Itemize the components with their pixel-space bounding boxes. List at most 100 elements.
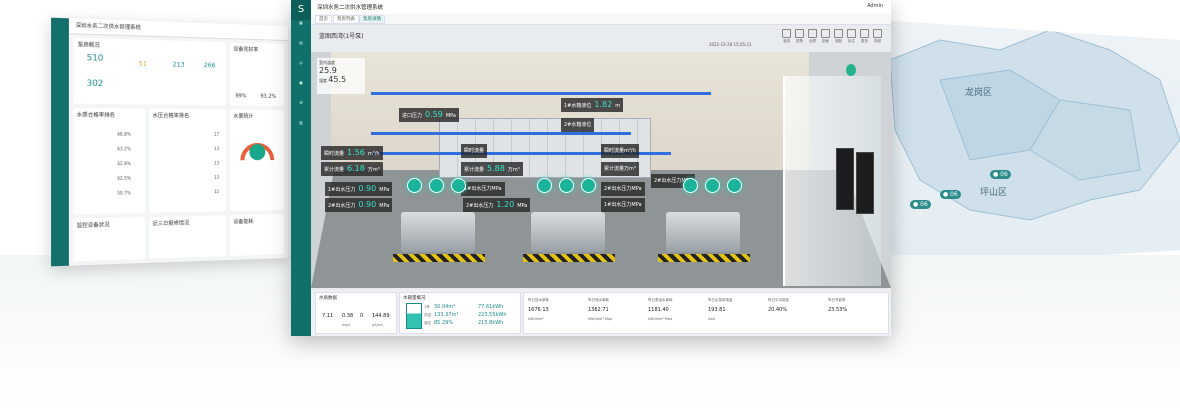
- map-label-district1: 龙岗区: [965, 85, 992, 98]
- nav-item[interactable]: ▤: [291, 40, 311, 60]
- wq-value: 0.38: [342, 313, 353, 319]
- tool-button[interactable]: 视频: [872, 28, 883, 45]
- tab-pump-list[interactable]: 泵房列表: [333, 15, 359, 24]
- nav-item[interactable]: ▦: [291, 20, 311, 40]
- nav-item[interactable]: ▣: [291, 80, 311, 100]
- nav-item[interactable]: ◎: [291, 60, 311, 80]
- nav-item[interactable]: ▥: [291, 120, 311, 140]
- gauge-indicator-icon[interactable]: [705, 178, 720, 193]
- tab-pump-detail[interactable]: 泵房详情: [359, 15, 385, 24]
- pump-unit-2[interactable]: [531, 212, 605, 252]
- scene-label[interactable]: 2#出水压力 0.90 MPa: [325, 198, 392, 212]
- tank-volume-card: 水箱量概况 1号 30.04m³ 总容 133.37m³ 液位 85.29% 7…: [399, 292, 521, 334]
- map-shape: [880, 20, 1180, 270]
- toolbar: 漫游 视角 全屏 剖面 测距 标注 更多 视频: [781, 28, 883, 45]
- scene-label[interactable]: 2#出水压力 1.20 MPa: [463, 198, 530, 212]
- app-title: 深圳水务二次供水管理系统: [317, 3, 383, 11]
- tool-button[interactable]: 漫游: [781, 28, 792, 45]
- tool-button[interactable]: 全屏: [807, 28, 818, 45]
- gauge-indicator-icon[interactable]: [451, 178, 466, 193]
- location-pin-icon[interactable]: [846, 64, 856, 76]
- water-quality-title: 水质数据: [319, 295, 337, 301]
- map-marker[interactable]: ● 06: [940, 190, 961, 199]
- gauge-indicator-icon[interactable]: [727, 178, 742, 193]
- gauge-indicator-icon[interactable]: [429, 178, 444, 193]
- stat-unit: kwh: [708, 317, 715, 321]
- scene-label[interactable]: 瞬时流量 1.56 m³/h: [321, 146, 383, 160]
- gauge-dial: [237, 130, 277, 171]
- tool-button[interactable]: 测距: [833, 28, 844, 45]
- energy-card: 设备能耗: [230, 214, 284, 256]
- stat-label: 昨日吨水单耗: [588, 298, 609, 303]
- scene-label[interactable]: 累计流量万m³: [601, 162, 639, 176]
- tank-title: 水箱量概况: [403, 295, 426, 301]
- list-item: 17: [214, 132, 219, 137]
- water-quality-card: 水质数据 7.11 0.38 0 144.89 mg/L μS/cm: [315, 292, 397, 334]
- list-item: 68.8%: [117, 131, 131, 136]
- scene-label[interactable]: 进口压力 0.59 MPa: [399, 108, 459, 122]
- tool-button[interactable]: 更多: [859, 28, 870, 45]
- gauge-indicator-icon[interactable]: [581, 178, 596, 193]
- scene-label[interactable]: 1#水箱液位 1.82 m: [561, 98, 623, 112]
- user-menu[interactable]: Admin: [867, 3, 883, 9]
- 3d-pump-room-view[interactable]: 室内温度 25.9 湿度 45.5 进口压力 0.59 MPa 瞬时流量 1.56 m³/…: [311, 52, 891, 288]
- tool-button[interactable]: 标注: [846, 28, 857, 45]
- scene-label[interactable]: 累计流量 6.18 万m³: [321, 162, 383, 176]
- control-cabinet[interactable]: [836, 148, 854, 210]
- pipe: [371, 132, 631, 135]
- scene-label[interactable]: 1#出水压力 0.90 MPa: [325, 182, 392, 196]
- pipe: [371, 92, 711, 95]
- list-item: 62.5%: [117, 176, 131, 181]
- pump-room-3d-screen: S ▦ ▤ ◎ ▣ ⚙ ▥ 深圳水务二次供水管理系统 Admin 首页 泵房列表…: [291, 0, 891, 336]
- scene-label[interactable]: 1#出水压力MPa: [601, 198, 645, 212]
- scene-label[interactable]: 2#出水压力MPa: [601, 182, 645, 196]
- tool-button[interactable]: 视角: [794, 28, 805, 45]
- tank-label: 1号: [424, 305, 430, 310]
- map-marker[interactable]: ● 06: [990, 170, 1011, 179]
- stat-unit: kWh/km³·Mpa: [588, 317, 612, 321]
- scene-label[interactable]: 累计流量 5.88 万m³: [461, 162, 523, 176]
- scene-label[interactable]: 1#出水压力MPa: [461, 182, 505, 196]
- stat-value: 20.40%: [768, 307, 787, 313]
- list-item: 12: [214, 189, 219, 194]
- scene-label[interactable]: 瞬时流量: [461, 144, 487, 158]
- stat-value: 1181.40: [648, 307, 669, 313]
- scene-label[interactable]: 瞬时流量m³/h: [601, 144, 639, 158]
- hazard-stripe: [658, 254, 750, 262]
- energy-c: 215.8kWh: [478, 320, 503, 326]
- tool-button[interactable]: 剖面: [820, 28, 831, 45]
- gauge-indicator-icon[interactable]: [559, 178, 574, 193]
- energy-stats-card: 昨日送水单耗 昨日吨水单耗 昨日泵组水单耗 昨日水泵用电量 昨日平均能效 昨日节…: [523, 292, 889, 334]
- energy-b: 223.55kWh: [478, 312, 507, 318]
- hazard-stripe: [393, 254, 485, 262]
- map-marker[interactable]: ● 06: [910, 200, 931, 209]
- tank-level-icon: [406, 303, 422, 329]
- water-volume-title: 水量统计: [233, 113, 253, 120]
- pump-unit-1[interactable]: [401, 212, 475, 252]
- gauge-indicator-icon[interactable]: [537, 178, 552, 193]
- breadcrumb[interactable]: 蓝图西湾(1号泵): [319, 31, 364, 40]
- wq-unit: μS/cm: [372, 323, 383, 327]
- pressure-rank-card: 水压合格率排名 17 13 13 13 12: [149, 109, 226, 213]
- nav-item[interactable]: ⚙: [291, 100, 311, 120]
- gauge-indicator-icon[interactable]: [683, 178, 698, 193]
- gauge-indicator-icon[interactable]: [407, 178, 422, 193]
- bottom-panel: 水质数据 7.11 0.38 0 144.89 mg/L μS/cm 水箱量概况…: [311, 290, 891, 336]
- stat-label: 昨日水泵用电量: [708, 298, 733, 303]
- logo-icon: S: [291, 0, 311, 20]
- list-item: 13: [214, 160, 219, 165]
- water-volume-card: 水量统计: [230, 109, 284, 211]
- stat-b: 213: [173, 61, 185, 69]
- repair-card: 近三日报修情况: [149, 215, 226, 258]
- control-cabinet[interactable]: [856, 152, 874, 214]
- wq-unit: mg/L: [342, 323, 351, 327]
- monitor-title: 监控设备状况: [77, 221, 110, 229]
- tank-b: 133.37m³: [434, 312, 458, 318]
- pump-unit-3[interactable]: [666, 212, 740, 252]
- tab-home[interactable]: 首页: [315, 15, 332, 24]
- overview-card: 泵房概况 510 302 51 213 266: [73, 38, 226, 106]
- overview-big1: 510: [87, 53, 104, 63]
- stat-value: 1362.71: [588, 307, 609, 313]
- dashboard-overview-screen: 深圳水务二次供水管理系统 泵房概况 510 302 51 213 266 设备完…: [51, 18, 288, 267]
- scene-label[interactable]: 2#水箱液位: [561, 118, 594, 132]
